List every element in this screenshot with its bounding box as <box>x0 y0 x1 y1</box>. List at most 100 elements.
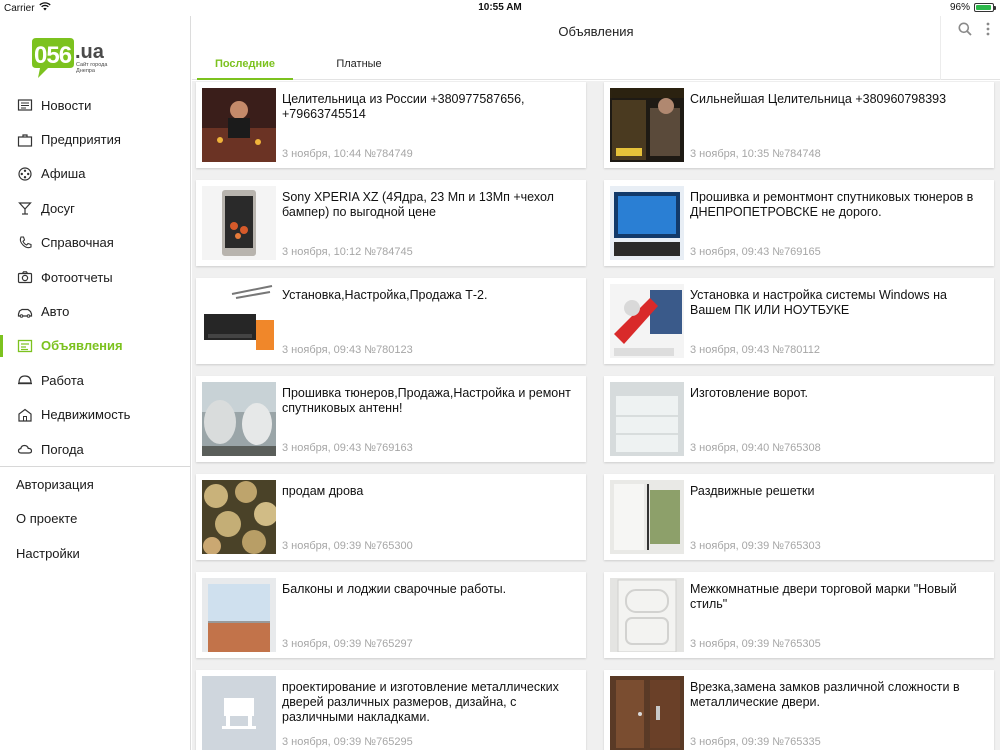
sidebar-item-label: Недвижимость <box>41 407 131 423</box>
svg-text:056: 056 <box>34 42 72 69</box>
ad-card[interactable]: Межкомнатные двери торговой марки "Новый… <box>604 572 994 658</box>
sidebar-item-label: Авто <box>41 304 70 320</box>
ad-card[interactable]: Прошивка и ремонтмонт спутниковых тюнеро… <box>604 180 994 266</box>
ad-thumbnail <box>202 382 276 456</box>
sidebar-item-6[interactable]: Авто <box>0 294 190 328</box>
ad-meta: 3 ноября, 09:39 №765303 <box>690 540 821 552</box>
page-title: Объявления <box>558 24 634 39</box>
ad-card[interactable]: Балконы и лоджии сварочные работы. 3 нояб… <box>196 572 586 658</box>
ad-meta: 3 ноября, 09:39 №765305 <box>690 638 821 650</box>
sidebar-item-10[interactable]: Погода <box>0 432 190 466</box>
ads-list: Целительница из России +380977587656, +7… <box>192 81 1000 750</box>
sidebar-item-label: Новости <box>41 97 92 113</box>
cocktail-icon <box>16 199 34 217</box>
clock: 10:55 AM <box>478 2 522 13</box>
ad-card[interactable]: проектирование и изготовление металличес… <box>196 670 586 750</box>
ad-meta: 3 ноября, 10:44 №784749 <box>282 148 413 160</box>
car-icon <box>16 303 34 321</box>
ad-meta: 3 ноября, 09:43 №769163 <box>282 442 413 454</box>
header-divider <box>940 16 941 80</box>
sidebar-item-label: Объявления <box>41 338 123 354</box>
ad-title: Раздвижные решетки <box>690 484 815 498</box>
tab-bar: Последние Платные <box>192 54 407 80</box>
sidebar-login[interactable]: Авторизация <box>0 467 190 501</box>
sidebar-item-4[interactable]: Справочная <box>0 226 190 260</box>
ad-card[interactable]: Установка,Настройка,Продажа Т-2. 3 ноября… <box>196 278 586 364</box>
sidebar: 056 .ua Сайт города Днепра Новости Предпр… <box>0 16 191 750</box>
status-bar: Carrier 10:55 AM 96% <box>0 0 1000 16</box>
site-logo[interactable]: 056 .ua Сайт города Днепра <box>28 36 118 94</box>
newspaper-icon <box>16 96 34 114</box>
ad-thumbnail <box>202 676 276 750</box>
building-icon <box>16 406 34 424</box>
ad-title: Прошивка тюнеров,Продажа,Настройка и рем… <box>282 386 571 415</box>
svg-text:Днепра: Днепра <box>76 68 96 74</box>
sidebar-item-7[interactable]: Объявления <box>0 329 190 363</box>
film-reel-icon <box>16 165 34 183</box>
sidebar-item-label: Справочная <box>41 235 114 251</box>
ad-title: Установка,Настройка,Продажа Т-2. <box>282 288 488 302</box>
weather-icon <box>16 440 34 458</box>
sidebar-item-9[interactable]: Недвижимость <box>0 398 190 432</box>
ad-meta: 3 ноября, 09:40 №765308 <box>690 442 821 454</box>
ad-thumbnail <box>202 578 276 652</box>
sidebar-item-2[interactable]: Афиша <box>0 157 190 191</box>
hard-hat-icon <box>16 371 34 389</box>
ad-card[interactable]: Целительница из России +380977587656, +7… <box>196 82 586 168</box>
ad-meta: 3 ноября, 09:39 №765335 <box>690 736 821 748</box>
ad-thumbnail <box>610 284 684 358</box>
sidebar-item-label: Афиша <box>41 166 86 182</box>
sidebar-about[interactable]: О проекте <box>0 502 190 536</box>
ad-card[interactable]: Сильнейшая Целительница +380960798393 3 н… <box>604 82 994 168</box>
ad-card[interactable]: Прошивка тюнеров,Продажа,Настройка и рем… <box>196 376 586 462</box>
ad-title: Прошивка и ремонтмонт спутниковых тюнеро… <box>690 190 974 219</box>
ad-meta: 3 ноября, 09:39 №765295 <box>282 736 413 748</box>
ad-thumbnail <box>610 578 684 652</box>
sidebar-item-label: Погода <box>41 441 84 457</box>
sidebar-item-1[interactable]: Предприятия <box>0 122 190 156</box>
battery-icon <box>974 3 996 12</box>
ad-title: Целительница из России +380977587656, +7… <box>282 92 525 121</box>
ad-thumbnail <box>610 480 684 554</box>
status-right: 96% <box>949 2 996 13</box>
more-menu-icon[interactable] <box>986 22 990 36</box>
ad-meta: 3 ноября, 09:43 №780112 <box>690 344 820 356</box>
ad-card[interactable]: продам дрова 3 ноября, 09:39 №765300 <box>196 474 586 560</box>
ad-card[interactable]: Раздвижные решетки 3 ноября, 09:39 №76530… <box>604 474 994 560</box>
ad-card[interactable]: Sony XPERIA XZ (4Ядра, 23 Мп и 13Мп +чех… <box>196 180 586 266</box>
sidebar-item-0[interactable]: Новости <box>0 88 190 122</box>
ad-thumbnail <box>610 186 684 260</box>
tab-latest[interactable]: Последние <box>197 54 293 80</box>
camera-icon <box>16 268 34 286</box>
ad-title: Межкомнатные двери торговой марки "Новый… <box>690 582 957 611</box>
ad-thumbnail <box>610 382 684 456</box>
ad-meta: 3 ноября, 09:43 №769165 <box>690 246 821 258</box>
ad-meta: 3 ноября, 10:12 №784745 <box>282 246 413 258</box>
ad-title: Врезка,замена замков различной сложности… <box>690 680 960 709</box>
ad-thumbnail <box>202 480 276 554</box>
ad-title: продам дрова <box>282 484 364 498</box>
sidebar-item-5[interactable]: Фотоотчеты <box>0 260 190 294</box>
search-icon[interactable] <box>958 22 972 36</box>
ad-card[interactable]: Изготовление ворот. 3 ноября, 09:40 №7653… <box>604 376 994 462</box>
ad-title: Sony XPERIA XZ (4Ядра, 23 Мп и 13Мп +чех… <box>282 190 554 219</box>
battery-percent: 96% <box>949 2 970 13</box>
sidebar-item-8[interactable]: Работа <box>0 363 190 397</box>
phone-book-icon <box>16 234 34 252</box>
sidebar-settings[interactable]: Настройки <box>0 536 190 570</box>
ad-thumbnail <box>610 676 684 750</box>
ad-thumbnail <box>202 284 276 358</box>
ad-title: Изготовление ворот. <box>690 386 809 400</box>
ad-title: проектирование и изготовление металличес… <box>282 680 559 724</box>
ad-card[interactable]: Установка и настройка системы Windows на… <box>604 278 994 364</box>
sidebar-item-label: Работа <box>41 372 84 388</box>
ad-card[interactable]: Врезка,замена замков различной сложности… <box>604 670 994 750</box>
ad-thumbnail <box>610 88 684 162</box>
ad-meta: 3 ноября, 09:43 №780123 <box>282 344 413 356</box>
ad-meta: 3 ноября, 10:35 №784748 <box>690 148 821 160</box>
ad-thumbnail <box>202 186 276 260</box>
header-actions <box>958 22 990 36</box>
sidebar-item-3[interactable]: Досуг <box>0 191 190 225</box>
svg-text:Сайт города: Сайт города <box>76 61 108 68</box>
tab-paid[interactable]: Платные <box>311 54 407 80</box>
